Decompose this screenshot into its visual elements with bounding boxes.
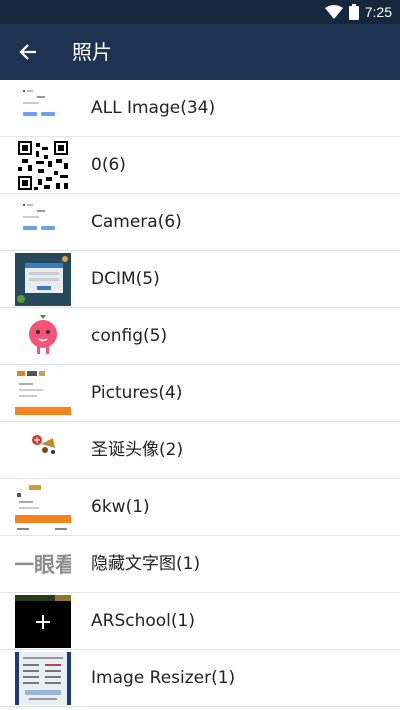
album-thumbnail bbox=[15, 367, 71, 420]
album-item-0[interactable]: 0(6) bbox=[0, 137, 400, 194]
album-thumbnail: 一眼看 bbox=[15, 538, 71, 591]
album-label: 圣诞头像(2) bbox=[91, 440, 184, 460]
album-thumbnail bbox=[15, 253, 71, 306]
album-label: 隐藏文字图(1) bbox=[91, 554, 201, 574]
thumbnail-text: 一眼看 bbox=[15, 553, 71, 577]
page-title: 照片 bbox=[72, 40, 112, 64]
arrow-back-icon bbox=[19, 43, 37, 61]
album-item-pictures[interactable]: Pictures(4) bbox=[0, 365, 400, 422]
album-thumbnail bbox=[15, 196, 71, 249]
album-label: Camera(6) bbox=[91, 212, 182, 232]
album-thumbnail bbox=[15, 139, 71, 192]
app-bar: 照片 bbox=[0, 24, 400, 80]
album-item-dcim[interactable]: DCIM(5) bbox=[0, 251, 400, 308]
album-thumbnail bbox=[15, 481, 71, 534]
album-label: Image Resizer(1) bbox=[91, 668, 236, 688]
album-thumbnail bbox=[15, 595, 71, 648]
album-label: ALL Image(34) bbox=[91, 98, 216, 118]
album-thumbnail bbox=[15, 82, 71, 135]
album-item-hidden-text[interactable]: 一眼看 隐藏文字图(1) bbox=[0, 536, 400, 593]
album-item-camera[interactable]: Camera(6) bbox=[0, 194, 400, 251]
status-time: 7:25 bbox=[364, 4, 392, 20]
album-item-image-resizer[interactable]: Image Resizer(1) bbox=[0, 650, 400, 707]
wifi-icon bbox=[324, 5, 343, 19]
back-button[interactable] bbox=[14, 38, 42, 66]
album-thumbnail bbox=[15, 310, 71, 363]
album-thumbnail bbox=[15, 424, 71, 477]
album-label: 0(6) bbox=[91, 155, 126, 175]
album-label: Pictures(4) bbox=[91, 383, 183, 403]
album-list: ALL Image(34) 0(6) Camera(6) DCIM(5) con… bbox=[0, 80, 400, 707]
battery-icon bbox=[348, 4, 359, 20]
album-label: config(5) bbox=[91, 326, 168, 346]
album-label: ARSchool(1) bbox=[91, 611, 195, 631]
album-item-christmas-avatars[interactable]: 圣诞头像(2) bbox=[0, 422, 400, 479]
album-label: DCIM(5) bbox=[91, 269, 160, 289]
album-item-all-image[interactable]: ALL Image(34) bbox=[0, 80, 400, 137]
album-item-config[interactable]: config(5) bbox=[0, 308, 400, 365]
album-item-arschool[interactable]: ARSchool(1) bbox=[0, 593, 400, 650]
album-item-6kw[interactable]: 6kw(1) bbox=[0, 479, 400, 536]
album-label: 6kw(1) bbox=[91, 497, 150, 517]
album-thumbnail bbox=[15, 652, 71, 705]
status-bar: 7:25 bbox=[0, 0, 400, 24]
